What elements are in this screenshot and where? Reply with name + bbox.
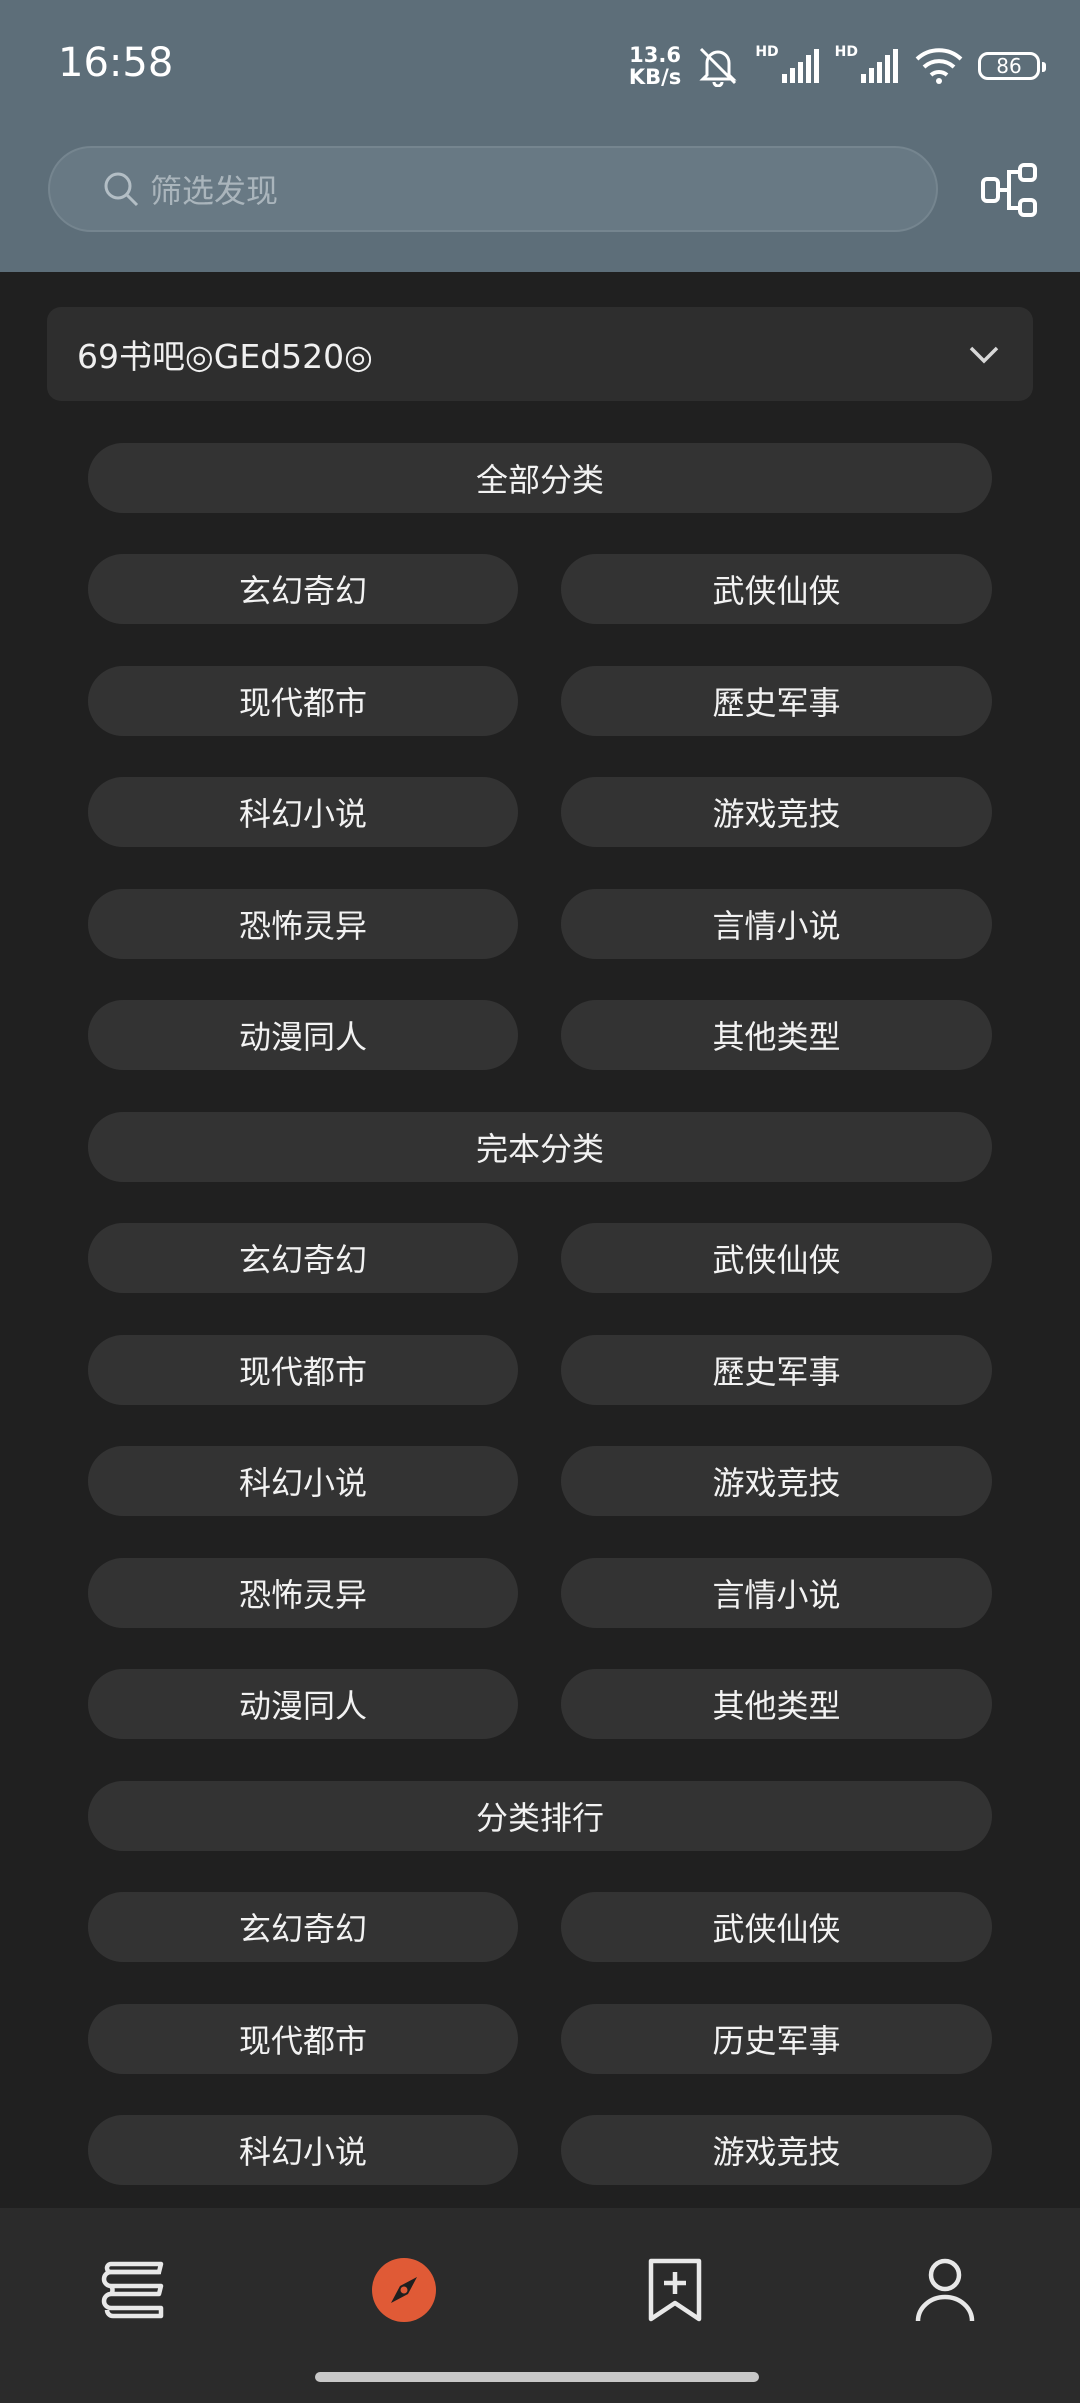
source-dropdown[interactable]: 69书吧◎GEd520◎: [47, 307, 1033, 401]
category-pill[interactable]: 科幻小说: [88, 2115, 518, 2185]
nav-bookmark[interactable]: [635, 2250, 715, 2330]
category-pill[interactable]: 恐怖灵异: [88, 1558, 518, 1628]
section-title-completed-categories[interactable]: 完本分类: [88, 1112, 992, 1182]
network-speed-unit: KB/s: [628, 65, 682, 89]
category-pill[interactable]: 游戏竞技: [561, 777, 992, 847]
mute-icon: [699, 47, 737, 87]
search-input[interactable]: 筛选发现: [48, 146, 938, 232]
section-title-category-ranking[interactable]: 分类排行: [88, 1781, 992, 1851]
chevron-down-icon: [969, 346, 999, 364]
category-pill[interactable]: 歷史军事: [561, 666, 992, 736]
category-pill[interactable]: 玄幻奇幻: [88, 1223, 518, 1293]
compass-icon: [372, 2258, 436, 2322]
signal-1: HD: [755, 44, 820, 84]
category-pill[interactable]: 现代都市: [88, 1335, 518, 1405]
category-pill[interactable]: 动漫同人: [88, 1669, 518, 1739]
nav-bookshelf[interactable]: [96, 2250, 176, 2330]
grouping-tree-icon[interactable]: [980, 162, 1038, 218]
status-icons: 13.6 KB/s HD HD 86: [629, 38, 1046, 94]
network-speed-value: 13.6: [629, 43, 681, 67]
category-pill[interactable]: 游戏竞技: [561, 2115, 992, 2185]
category-pill[interactable]: 武侠仙侠: [561, 1223, 992, 1293]
search-placeholder: 筛选发现: [150, 172, 279, 210]
category-pill[interactable]: 游戏竞技: [561, 1446, 992, 1516]
signal-bars-icon: [781, 49, 819, 83]
category-pill[interactable]: 玄幻奇幻: [88, 1892, 518, 1962]
wifi-icon: [915, 48, 963, 84]
header: 16:58 13.6 KB/s HD HD 86 筛选发现: [0, 0, 1080, 272]
status-time: 16:58: [58, 40, 174, 86]
battery-indicator: 86: [978, 52, 1046, 80]
category-pill[interactable]: 歷史军事: [561, 1335, 992, 1405]
source-selected-label: 69书吧◎GEd520◎: [77, 337, 373, 376]
bookmark-add-icon: [648, 2258, 702, 2322]
category-pill[interactable]: 言情小说: [561, 1558, 992, 1628]
category-pill[interactable]: 动漫同人: [88, 1000, 518, 1070]
person-icon: [915, 2258, 975, 2322]
network-speed: 13.6 KB/s: [629, 44, 681, 88]
category-pill[interactable]: 科幻小说: [88, 1446, 518, 1516]
search-icon: [104, 172, 139, 207]
category-pill[interactable]: 玄幻奇幻: [88, 554, 518, 624]
nav-discover[interactable]: [364, 2250, 444, 2330]
signal-2: HD: [835, 44, 900, 84]
category-pill[interactable]: 其他类型: [561, 1669, 992, 1739]
category-pill[interactable]: 科幻小说: [88, 777, 518, 847]
category-pill[interactable]: 现代都市: [88, 2004, 518, 2074]
category-pill[interactable]: 现代都市: [88, 666, 518, 736]
category-pill[interactable]: 武侠仙侠: [561, 554, 992, 624]
category-pill[interactable]: 武侠仙侠: [561, 1892, 992, 1962]
hd-label-1: HD: [755, 44, 779, 60]
hd-label-2: HD: [834, 44, 858, 60]
nav-profile[interactable]: [905, 2250, 985, 2330]
category-pill[interactable]: 言情小说: [561, 889, 992, 959]
category-pill[interactable]: 其他类型: [561, 1000, 992, 1070]
bookshelf-icon: [101, 2261, 164, 2319]
category-pill[interactable]: 历史军事: [561, 2004, 992, 2074]
signal-bars-icon: [861, 49, 898, 83]
home-indicator[interactable]: [315, 2372, 759, 2382]
category-pill[interactable]: 恐怖灵异: [88, 889, 518, 959]
section-title-all-categories[interactable]: 全部分类: [88, 443, 992, 513]
